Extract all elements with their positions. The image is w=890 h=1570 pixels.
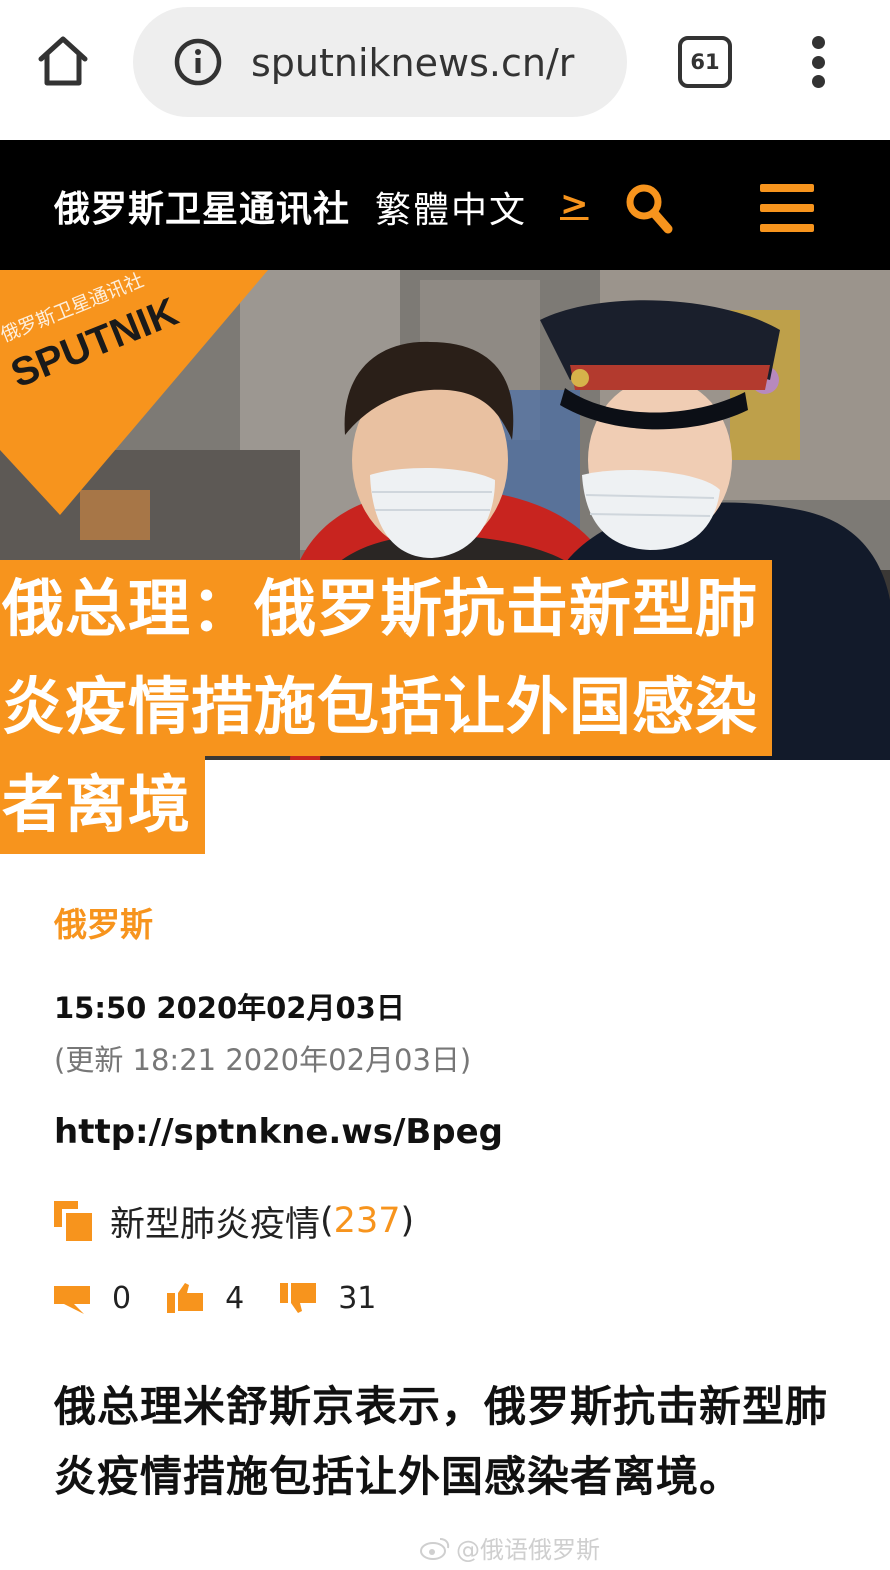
- dislike-button[interactable]: 31: [280, 1281, 412, 1316]
- more-dot-icon: [811, 55, 825, 69]
- home-button[interactable]: [30, 28, 96, 94]
- like-button[interactable]: 4: [167, 1281, 280, 1316]
- topic-stack-icon: [54, 1201, 92, 1241]
- search-icon[interactable]: [624, 182, 674, 236]
- topic-open-paren: (: [320, 1201, 334, 1241]
- weibo-icon: [420, 1537, 450, 1560]
- topic-tag[interactable]: 新型肺炎疫情 ( 237 ): [54, 1196, 414, 1246]
- likes-count: 4: [225, 1280, 245, 1316]
- dislikes-count: 31: [338, 1280, 377, 1316]
- more-dot-icon: [811, 36, 825, 49]
- headline-line: 者离境: [0, 756, 206, 854]
- publish-date: 15:50 2020年02月03日: [54, 991, 405, 1025]
- comment-icon: [54, 1286, 90, 1314]
- topic-close-paren: ): [400, 1201, 415, 1241]
- thumbs-up-icon: [167, 1283, 204, 1313]
- short-link[interactable]: http://sptnkne.ws/Bpeg: [54, 1112, 503, 1152]
- article-headline: 俄总理：俄罗斯抗击新型肺 炎疫情措施包括让外国感染 者离境: [0, 560, 890, 854]
- update-date: (更新 18:21 2020年02月03日): [54, 1043, 472, 1077]
- weibo-watermark: @俄语俄罗斯: [420, 1530, 600, 1565]
- comments-count: 0: [112, 1280, 132, 1316]
- headline-line: 炎疫情措施包括让外国感染: [0, 658, 773, 756]
- comments-stat[interactable]: 0: [54, 1281, 167, 1316]
- language-switch[interactable]: 繁體中文: [375, 181, 527, 233]
- home-icon: [38, 36, 88, 86]
- watermark-text: @俄语俄罗斯: [456, 1536, 600, 1564]
- more-dot-icon: [811, 75, 825, 88]
- site-info-icon[interactable]: [171, 35, 225, 89]
- article-lead: 俄总理米舒斯京表示，俄罗斯抗击新型肺炎疫情措施包括让外国感染者离境。: [54, 1382, 829, 1501]
- address-bar[interactable]: sputniknews.cn/r: [133, 7, 627, 117]
- language-switch-arrow[interactable]: >: [560, 184, 589, 224]
- tab-switcher-button[interactable]: 61: [678, 36, 732, 88]
- topic-count[interactable]: 237: [334, 1201, 401, 1241]
- article-category-link[interactable]: 俄罗斯: [54, 898, 153, 946]
- thumbs-down-icon: [280, 1283, 317, 1313]
- headline-line: 俄总理：俄罗斯抗击新型肺: [0, 560, 773, 658]
- site-header: 俄罗斯卫星通讯社 繁體中文 >: [0, 140, 890, 270]
- site-logo-text[interactable]: 俄罗斯卫星通讯社: [54, 180, 350, 232]
- overflow-menu-button[interactable]: [796, 36, 840, 88]
- browser-toolbar: sputniknews.cn/r 61: [0, 0, 890, 140]
- hamburger-menu-icon[interactable]: [760, 184, 814, 232]
- topic-label[interactable]: 新型肺炎疫情: [110, 1196, 320, 1247]
- url-text[interactable]: sputniknews.cn/r: [251, 41, 574, 85]
- article-stats: 0 4 31: [54, 1276, 412, 1320]
